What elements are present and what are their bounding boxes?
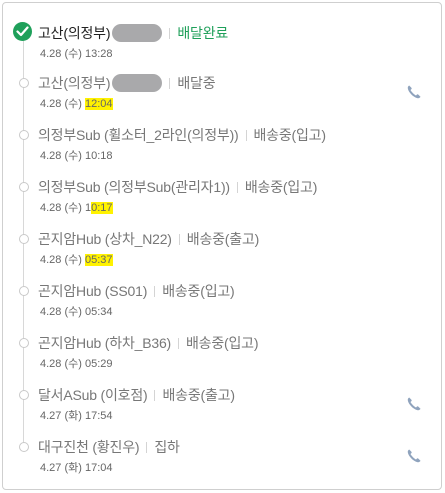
timeline-dot-icon <box>18 442 29 452</box>
phone-icon[interactable] <box>406 396 422 412</box>
tracking-entry-delivered: 고산(의정부) 배달완료 4.28 (수) 13:28 <box>3 22 443 73</box>
entry-status: 배송중(입고) <box>186 335 259 351</box>
entry-status: 배달중 <box>177 75 216 91</box>
entry-time: 4.28 (수) 10:17 <box>40 202 113 214</box>
divider <box>245 129 247 141</box>
tracking-entry: 곤지암Hub (상차_N22) 배송중(출고) 4.28 (수) 05:37 <box>3 229 443 279</box>
entry-status: 배송중(입고) <box>244 179 318 195</box>
tracking-entry: 의정부Sub (휠소터_2라인(의정부)) 배송중(입고) 4.28 (수) 1… <box>3 125 443 175</box>
entry-location: 곤지암Hub (상차_N22) <box>38 231 172 247</box>
entry-time: 4.28 (수) 12:04 <box>40 98 113 110</box>
delivery-tracking-panel: 고산(의정부) 배달완료 4.28 (수) 13:28 고산(의정부) 배달중 … <box>2 2 442 490</box>
divider <box>154 285 156 297</box>
divider <box>146 441 148 453</box>
tracking-entry: 달서ASub (이호점) 배송중(출고) 4.27 (화) 17:54 <box>3 385 443 435</box>
redacted-name <box>112 24 163 42</box>
entry-status: 배송중(출고) <box>186 231 260 247</box>
entry-status: 배송중(입고) <box>162 283 235 299</box>
phone-icon[interactable] <box>406 448 422 464</box>
entry-status: 집하 <box>154 439 180 455</box>
timeline-dot-icon <box>18 338 29 348</box>
tracking-entry: 의정부Sub (의정부Sub(관리자1)) 배송중(입고) 4.28 (수) 1… <box>3 177 443 227</box>
entry-location: 고산(의정부) <box>38 75 111 91</box>
timeline-dot-icon <box>18 130 29 140</box>
tracking-entry: 곤지암Hub (SS01) 배송중(입고) 4.28 (수) 05:34 <box>3 281 443 331</box>
divider <box>169 77 171 89</box>
entry-location: 의정부Sub (휠소터_2라인(의정부)) <box>38 127 239 143</box>
entry-time: 4.27 (화) 17:54 <box>40 410 113 422</box>
divider <box>154 389 156 401</box>
check-circle-icon <box>13 22 32 41</box>
divider <box>178 233 180 245</box>
entry-time: 4.27 (화) 17:04 <box>40 462 113 474</box>
entry-location: 곤지암Hub (하차_B36) <box>38 335 171 351</box>
redacted-name <box>112 74 163 92</box>
entry-time: 4.28 (수) 05:29 <box>40 358 113 370</box>
entry-location: 달서ASub (이호점) <box>38 387 148 403</box>
timeline-dot-icon <box>18 78 29 88</box>
entry-status: 배달완료 <box>177 25 229 41</box>
tracking-entry: 대구진천 (황진우) 집하 4.27 (화) 17:04 <box>3 437 443 487</box>
divider <box>178 337 179 349</box>
timeline-dot-icon <box>18 390 29 400</box>
entry-time: 4.28 (수) 05:34 <box>40 306 113 318</box>
phone-icon[interactable] <box>406 84 422 100</box>
entry-location: 고산(의정부) <box>38 25 111 41</box>
tracking-entry: 곤지암Hub (하차_B36) 배송중(입고) 4.28 (수) 05:29 <box>3 333 443 383</box>
entry-status: 배송중(출고) <box>162 387 235 403</box>
divider <box>169 27 171 39</box>
timeline-dot-icon <box>18 234 29 244</box>
tracking-entry: 고산(의정부) 배달중 4.28 (수) 12:04 <box>3 73 443 123</box>
timeline-dot-icon <box>18 286 29 296</box>
entry-location: 대구진천 (황진우) <box>38 439 140 455</box>
divider <box>236 181 238 193</box>
entry-time: 4.28 (수) 05:37 <box>40 254 113 266</box>
entry-location: 곤지암Hub (SS01) <box>38 283 148 299</box>
entry-status: 배송중(입고) <box>253 127 327 143</box>
entry-time: 4.28 (수) 10:18 <box>40 150 113 162</box>
entry-location: 의정부Sub (의정부Sub(관리자1)) <box>38 179 230 195</box>
entry-time: 4.28 (수) 13:28 <box>40 48 113 60</box>
timeline-dot-icon <box>18 182 29 192</box>
